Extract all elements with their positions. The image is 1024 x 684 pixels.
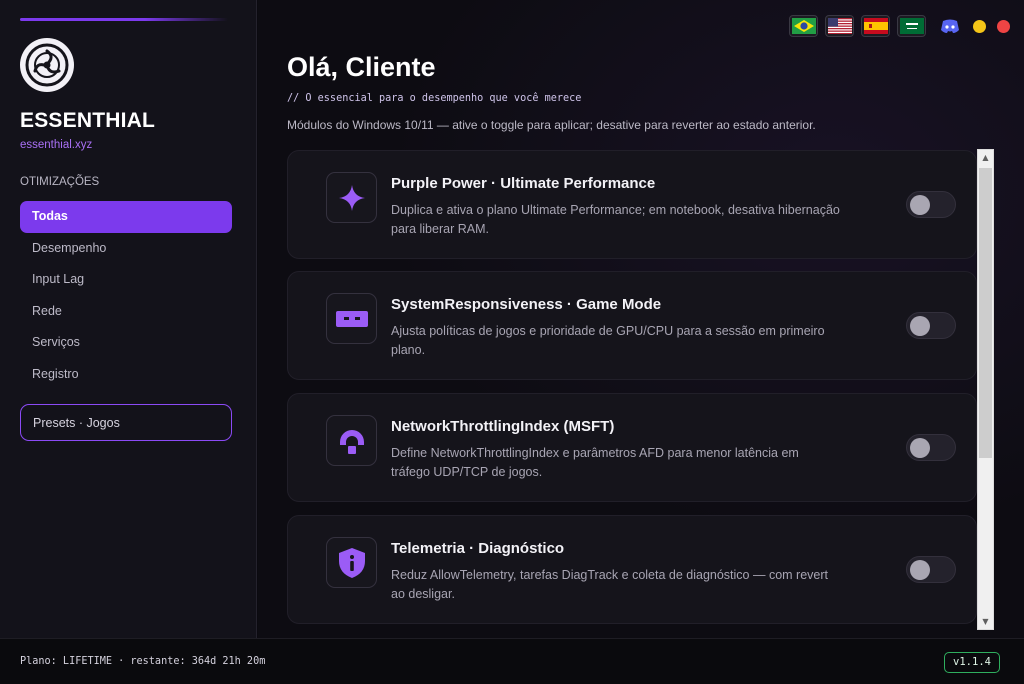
modules-scrollbar[interactable]: ▲ ▼: [977, 149, 994, 630]
optimizations-section-label: OTIMIZAÇÕES: [20, 176, 100, 188]
module-card-game-mode: SystemResponsiveness · Game Mode Ajusta …: [287, 271, 977, 380]
scroll-up-arrow-icon[interactable]: ▲: [978, 150, 993, 165]
essenthial-logo-icon: [20, 38, 74, 92]
shield-info-icon: [326, 537, 377, 588]
toggle-knob: [910, 195, 930, 215]
top-bar: [789, 15, 1010, 37]
sparkle-icon: [326, 172, 377, 223]
sidebar-item-registro[interactable]: Registro: [20, 359, 232, 391]
sidebar-accent-line: [20, 18, 228, 21]
module-description: Ajusta políticas de jogos e prioridade d…: [391, 324, 825, 357]
usa-flag-icon[interactable]: [825, 15, 854, 37]
sidebar-nav: Todas Desempenho Input Lag Rede Serviços…: [20, 201, 232, 391]
module-description: Define NetworkThrottlingIndex e parâmetr…: [391, 446, 799, 479]
close-dot-button[interactable]: [997, 19, 1010, 33]
version-badge: v1.1.4: [944, 652, 1000, 673]
gamepad-icon: [326, 293, 377, 344]
network-arch-icon: [326, 415, 377, 466]
app-window: ESSENTHIAL essenthial.xyz OTIMIZAÇÕES To…: [0, 0, 1024, 684]
scroll-down-arrow-icon[interactable]: ▼: [978, 614, 993, 629]
module-toggle[interactable]: [906, 191, 956, 218]
module-card-network-throttling: NetworkThrottlingIndex (MSFT) Define Net…: [287, 393, 977, 502]
module-title: SystemResponsiveness · Game Mode: [391, 296, 662, 313]
presets-jogos-button[interactable]: Presets · Jogos: [20, 404, 232, 441]
sidebar-item-desempenho[interactable]: Desempenho: [20, 233, 232, 265]
brand-url[interactable]: essenthial.xyz: [20, 139, 92, 151]
spain-flag-icon[interactable]: [861, 15, 890, 37]
status-footer: Plano: LIFETIME · restante: 364d 21h 20m…: [0, 638, 1024, 684]
module-toggle[interactable]: [906, 312, 956, 339]
page-subtitle: Módulos do Windows 10/11 — ative o toggl…: [287, 118, 816, 132]
main-content: Olá, Cliente // O essencial para o desem…: [258, 0, 1024, 638]
plan-status: Plano: LIFETIME · restante: 364d 21h 20m: [20, 656, 266, 667]
module-title: NetworkThrottlingIndex (MSFT): [391, 418, 615, 435]
modules-list: Purple Power · Ultimate Performance Dupl…: [287, 150, 977, 630]
module-title: Purple Power · Ultimate Performance: [391, 175, 656, 192]
toggle-knob: [910, 438, 930, 458]
sidebar: ESSENTHIAL essenthial.xyz OTIMIZAÇÕES To…: [0, 0, 257, 638]
saudi-arabia-flag-icon[interactable]: [897, 15, 926, 37]
tagline: // O essencial para o desempenho que voc…: [287, 93, 582, 104]
module-description: Duplica e ativa o plano Ultimate Perform…: [391, 203, 840, 236]
sidebar-item-rede[interactable]: Rede: [20, 296, 232, 328]
module-card-telemetry: Telemetria · Diagnóstico Reduz AllowTele…: [287, 515, 977, 624]
minimize-dot-button[interactable]: [973, 19, 986, 33]
module-title: Telemetria · Diagnóstico: [391, 540, 565, 557]
discord-icon[interactable]: [938, 15, 962, 37]
sidebar-item-servicos[interactable]: Serviços: [20, 327, 232, 359]
module-toggle[interactable]: [906, 434, 956, 461]
scrollbar-thumb[interactable]: [979, 168, 992, 458]
greeting-title: Olá, Cliente: [287, 52, 436, 82]
module-toggle[interactable]: [906, 556, 956, 583]
sidebar-item-input-lag[interactable]: Input Lag: [20, 264, 232, 296]
module-card-ultimate-performance: Purple Power · Ultimate Performance Dupl…: [287, 150, 977, 259]
module-description: Reduz AllowTelemetry, tarefas DiagTrack …: [391, 568, 828, 601]
brand-title: ESSENTHIAL: [20, 109, 156, 132]
sidebar-item-todas[interactable]: Todas: [20, 201, 232, 233]
toggle-knob: [910, 316, 930, 336]
toggle-knob: [910, 560, 930, 580]
brazil-flag-icon[interactable]: [789, 15, 818, 37]
